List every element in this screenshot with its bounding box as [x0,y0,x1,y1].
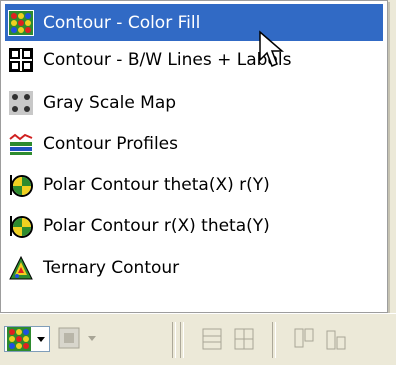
mouse-cursor-icon [259,30,284,67]
menu-item-polar-contour-theta-x[interactable]: Polar Contour theta(X) r(Y) [5,166,383,203]
align-right-icon[interactable] [232,326,256,352]
menu-item-label: Gray Scale Map [43,92,177,113]
align-left-icon[interactable] [200,326,224,352]
toolbar-separator [172,322,176,358]
contour-type-split-button[interactable] [4,326,50,352]
menu-item-label: Contour Profiles [43,133,178,154]
distribute-bottom-icon[interactable] [324,326,348,352]
toolbar-separator [180,322,184,358]
gray-scale-map-icon [9,90,33,115]
menu-item-ternary-contour[interactable]: Ternary Contour [5,249,383,286]
menu-item-contour-color-fill[interactable]: Contour - Color Fill [5,4,383,41]
menu-item-label: Ternary Contour [43,257,180,278]
contour-color-fill-icon [8,9,34,36]
menu-item-gray-scale-map[interactable]: Gray Scale Map [5,84,383,121]
ternary-contour-icon [9,255,33,279]
toolbar-separator [272,322,276,358]
polar-contour-r-x-icon [9,213,33,238]
menu-item-polar-contour-r-x[interactable]: Polar Contour r(X) theta(Y) [5,207,383,244]
polar-contour-theta-x-icon [9,172,33,197]
contour-color-fill-icon [7,327,31,351]
disabled-split-button[interactable] [56,326,102,352]
chevron-down-icon [88,336,96,341]
menu-item-contour-profiles[interactable]: Contour Profiles [5,125,383,162]
contour-bw-lines-icon [9,47,33,72]
distribute-top-icon[interactable] [292,326,316,352]
disabled-chart-icon [58,327,80,349]
contour-profiles-icon [9,131,33,156]
menu-item-label: Contour - B/W Lines + Labels [43,49,292,70]
toolbar [0,313,396,365]
menu-item-contour-bw-lines[interactable]: Contour - B/W Lines + Labels [5,41,383,78]
menu-item-label: Polar Contour r(X) theta(Y) [43,215,270,236]
menu-item-label: Polar Contour theta(X) r(Y) [43,174,270,195]
menu-item-label: Contour - Color Fill [43,12,201,33]
contour-dropdown-menu: Contour - Color Fill Contour - B/W Lines… [0,0,388,313]
chevron-down-icon[interactable] [36,336,46,344]
